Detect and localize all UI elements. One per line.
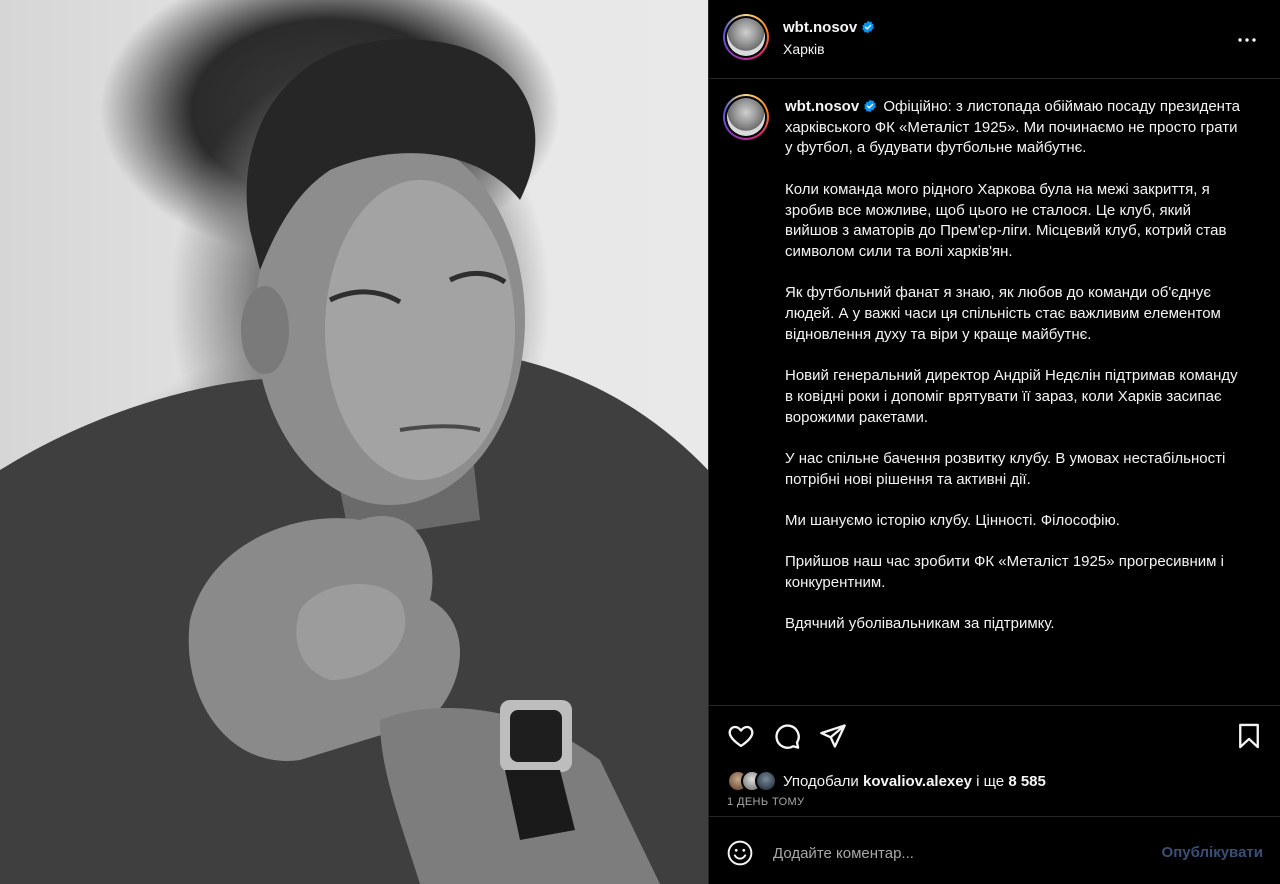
emoji-icon[interactable]	[727, 840, 753, 866]
comment-bar: Опублікувати	[709, 818, 1280, 884]
verified-icon	[864, 99, 876, 113]
share-icon[interactable]	[819, 722, 847, 750]
header-username[interactable]: wbt.nosov	[783, 19, 875, 36]
verified-icon	[862, 20, 874, 34]
comment-input[interactable]	[773, 842, 1133, 864]
more-icon[interactable]	[1235, 28, 1259, 52]
caption-paragraph: Вдячний уболівальникам за підтримку.	[785, 615, 1055, 633]
caption-paragraph: Прийшов наш час зробити ФК «Металіст 192…	[785, 553, 1224, 592]
action-bar: Уподобали kovaliov.alexey і ще 8 585 1 Д…	[709, 705, 1280, 817]
post-header: wbt.nosov Харків	[709, 0, 1280, 79]
liker-avatar[interactable]	[755, 770, 777, 792]
publish-button[interactable]: Опублікувати	[1162, 844, 1263, 861]
caption-username[interactable]: wbt.nosov	[785, 98, 877, 115]
caption-avatar[interactable]	[723, 94, 769, 140]
heart-icon[interactable]	[727, 722, 755, 750]
post-location[interactable]: Харків	[783, 41, 825, 57]
comment-icon[interactable]	[773, 722, 801, 750]
liker-username[interactable]: kovaliov.alexey	[863, 773, 972, 790]
likes-text[interactable]: Уподобали kovaliov.alexey і ще 8 585	[783, 773, 1046, 790]
likes-summary: Уподобали kovaliov.alexey і ще 8 585	[727, 770, 1046, 792]
caption-area: wbt.nosov Офіційно: з листопада обіймаю …	[709, 80, 1280, 705]
likes-count[interactable]: 8 585	[1008, 773, 1046, 790]
portrait-illustration	[0, 39, 708, 884]
post-panel: wbt.nosov Харків wbt.nosov Офіційно: з л…	[708, 0, 1280, 884]
post-timestamp[interactable]: 1 ДЕНЬ ТОМУ	[727, 796, 805, 808]
avatar[interactable]	[723, 14, 769, 60]
caption-paragraph: У нас спільне бачення розвитку клубу. В …	[785, 449, 1226, 488]
post-photo[interactable]	[0, 0, 708, 884]
caption-paragraph: Як футбольний фанат я знаю, як любов до …	[785, 284, 1221, 343]
post-caption: wbt.nosov Офіційно: з листопада обіймаю …	[785, 97, 1245, 656]
caption-paragraph: Коли команда мого рідного Харкова була н…	[785, 180, 1227, 260]
bookmark-icon[interactable]	[1235, 722, 1263, 750]
caption-paragraph: Ми шануємо історію клубу. Цінності. Філо…	[785, 511, 1120, 529]
caption-paragraph: Новий генеральний директор Андрій Недєлі…	[785, 367, 1238, 426]
